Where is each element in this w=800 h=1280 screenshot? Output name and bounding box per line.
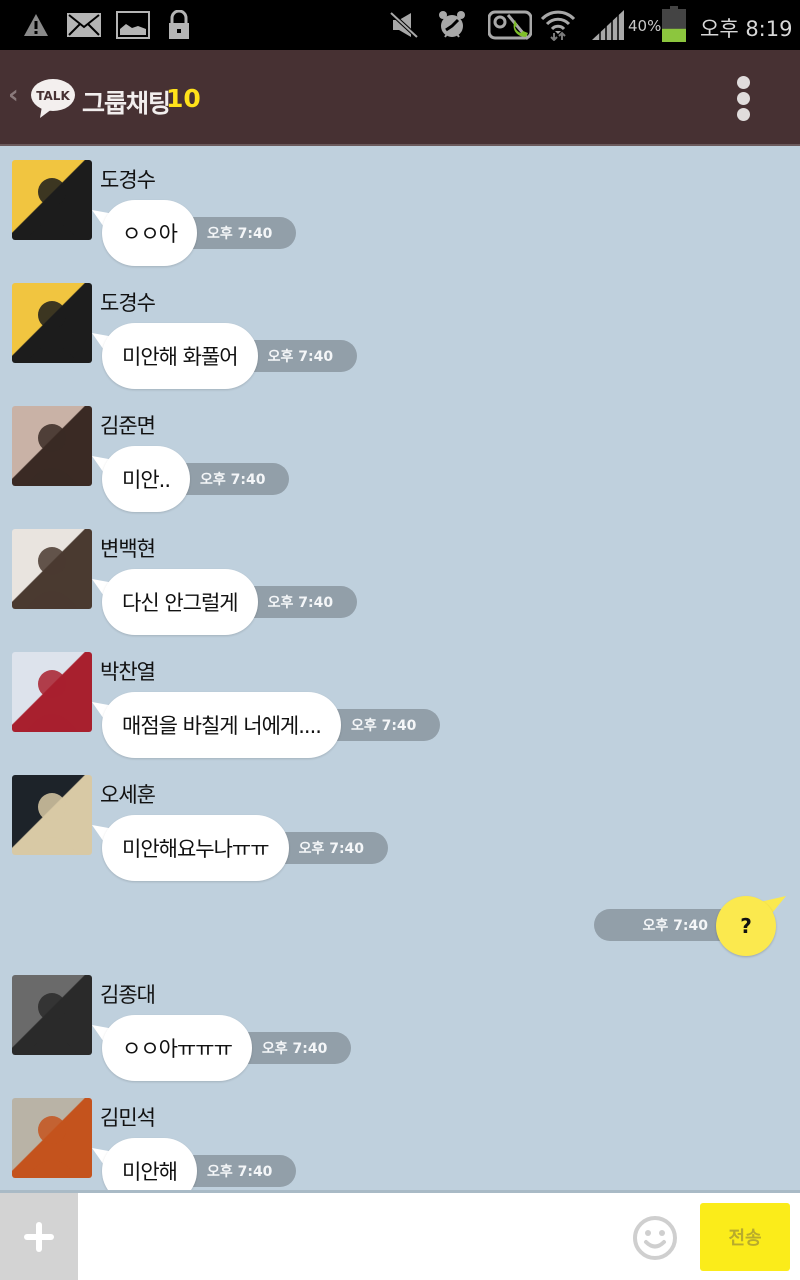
battery-percent: 40%: [628, 17, 662, 35]
attach-button[interactable]: [0, 1193, 78, 1280]
message-row: 오세훈미안해요누나ㅠㅠ 오후 7:40: [0, 775, 800, 895]
alarm-icon: [436, 10, 468, 40]
avatar[interactable]: [12, 652, 92, 732]
avatar-person-icon: [26, 547, 78, 609]
avatar-person-icon: [26, 301, 78, 363]
mute-icon: [388, 10, 420, 40]
plus-icon: [24, 1221, 54, 1252]
sender-name: 도경수: [100, 291, 156, 315]
message-bubble[interactable]: 미안..: [102, 446, 190, 512]
sender-name: 김민석: [100, 1106, 156, 1130]
avatar-person-icon: [26, 993, 78, 1055]
avatar[interactable]: [12, 1098, 92, 1178]
message-input[interactable]: [82, 1198, 622, 1274]
message-bubble[interactable]: ㅇㅇ아: [102, 200, 197, 266]
avatar[interactable]: [12, 406, 92, 486]
status-bar: 40% 오후 8:19: [0, 0, 800, 50]
chat-title: 그룹채팅: [82, 89, 171, 118]
menu-dot-icon: [737, 108, 750, 121]
avatar-person-icon: [26, 670, 78, 732]
message-bubble[interactable]: ㅇㅇ아ㅠㅠㅠ: [102, 1015, 252, 1081]
sender-name: 도경수: [100, 168, 156, 192]
smiley-icon: [633, 1216, 677, 1260]
send-button[interactable]: 전송: [700, 1203, 790, 1271]
message-row: 변백현다신 안그럴게 오후 7:40: [0, 529, 800, 649]
message-bubble[interactable]: 다신 안그럴게: [102, 569, 258, 635]
message-bubble-group: 매점을 바칠게 너에게.... 오후 7:40: [92, 692, 441, 758]
message-bubble-group: 미안해요누나ㅠㅠ 오후 7:40: [92, 815, 389, 881]
message-bubble[interactable]: 미안해 화풀어: [102, 323, 258, 389]
mail-icon: [66, 10, 102, 40]
input-bar: 전송: [0, 1190, 800, 1280]
avatar[interactable]: [12, 975, 92, 1055]
message-bubble-group: 미안.. 오후 7:40: [92, 446, 290, 512]
overflow-menu-button[interactable]: [730, 76, 758, 122]
image-icon: [115, 10, 151, 40]
svg-text:TALK: TALK: [36, 89, 70, 103]
message-row: 도경수 ㅇㅇ아 오후 7:40: [0, 160, 800, 280]
message-row: 박찬열매점을 바칠게 너에게.... 오후 7:40: [0, 652, 800, 772]
avatar-person-icon: [26, 793, 78, 855]
call-blocked-icon: [488, 10, 532, 40]
message-row: 김종대 ㅇㅇ아ㅠㅠㅠ 오후 7:40: [0, 975, 800, 1095]
avatar-person-icon: [26, 424, 78, 486]
app-bar: ‹ TALK 그룹채팅 10: [0, 50, 800, 146]
avatar[interactable]: [12, 283, 92, 363]
message-bubble-group: 미안해 오후 7:40: [92, 1138, 297, 1190]
message-bubble-group: ㅇㅇ아ㅠㅠㅠ 오후 7:40: [92, 1015, 352, 1081]
lock-icon: [167, 10, 191, 40]
kakaotalk-logo-icon[interactable]: TALK: [30, 78, 76, 118]
warning-icon: [22, 10, 50, 40]
avatar-person-icon: [26, 1116, 78, 1178]
my-message: 오후 7:40 ?: [0, 896, 800, 966]
menu-dot-icon: [737, 76, 750, 89]
message-row: 김민석미안해 오후 7:40: [0, 1098, 800, 1190]
sender-name: 박찬열: [100, 660, 156, 684]
message-row: 도경수미안해 화풀어 오후 7:40: [0, 283, 800, 403]
message-bubble-group: ㅇㅇ아 오후 7:40: [92, 200, 297, 266]
menu-dot-icon: [737, 92, 750, 105]
sender-name: 김준면: [100, 414, 156, 438]
sender-name: 오세훈: [100, 783, 156, 807]
signal-icon: [590, 10, 626, 40]
sender-name: 변백현: [100, 537, 156, 561]
back-button[interactable]: ‹: [8, 80, 19, 110]
chat-message-list[interactable]: 오후 7:40 ? 도경수 ㅇㅇ아 오후 7:40 도경수미안해 화풀어 오후 7:40…: [0, 148, 800, 1190]
message-bubble-group: 미안해 화풀어 오후 7:40: [92, 323, 358, 389]
message-bubble[interactable]: 미안해: [102, 1138, 197, 1190]
emoticon-button[interactable]: [632, 1215, 678, 1261]
message-bubble-group: 다신 안그럴게 오후 7:40: [92, 569, 358, 635]
battery-icon: [662, 6, 686, 42]
wifi-icon: [540, 10, 576, 41]
message-bubble[interactable]: 미안해요누나ㅠㅠ: [102, 815, 289, 881]
member-count: 10: [166, 84, 201, 113]
message-bubble[interactable]: 매점을 바칠게 너에게....: [102, 692, 341, 758]
my-message-bubble[interactable]: ?: [716, 896, 776, 956]
avatar[interactable]: [12, 775, 92, 855]
avatar[interactable]: [12, 160, 92, 240]
clock: 오후 8:19: [700, 17, 793, 41]
message-row: 김준면미안.. 오후 7:40: [0, 406, 800, 526]
sender-name: 김종대: [100, 983, 156, 1007]
avatar-person-icon: [26, 178, 78, 240]
avatar[interactable]: [12, 529, 92, 609]
